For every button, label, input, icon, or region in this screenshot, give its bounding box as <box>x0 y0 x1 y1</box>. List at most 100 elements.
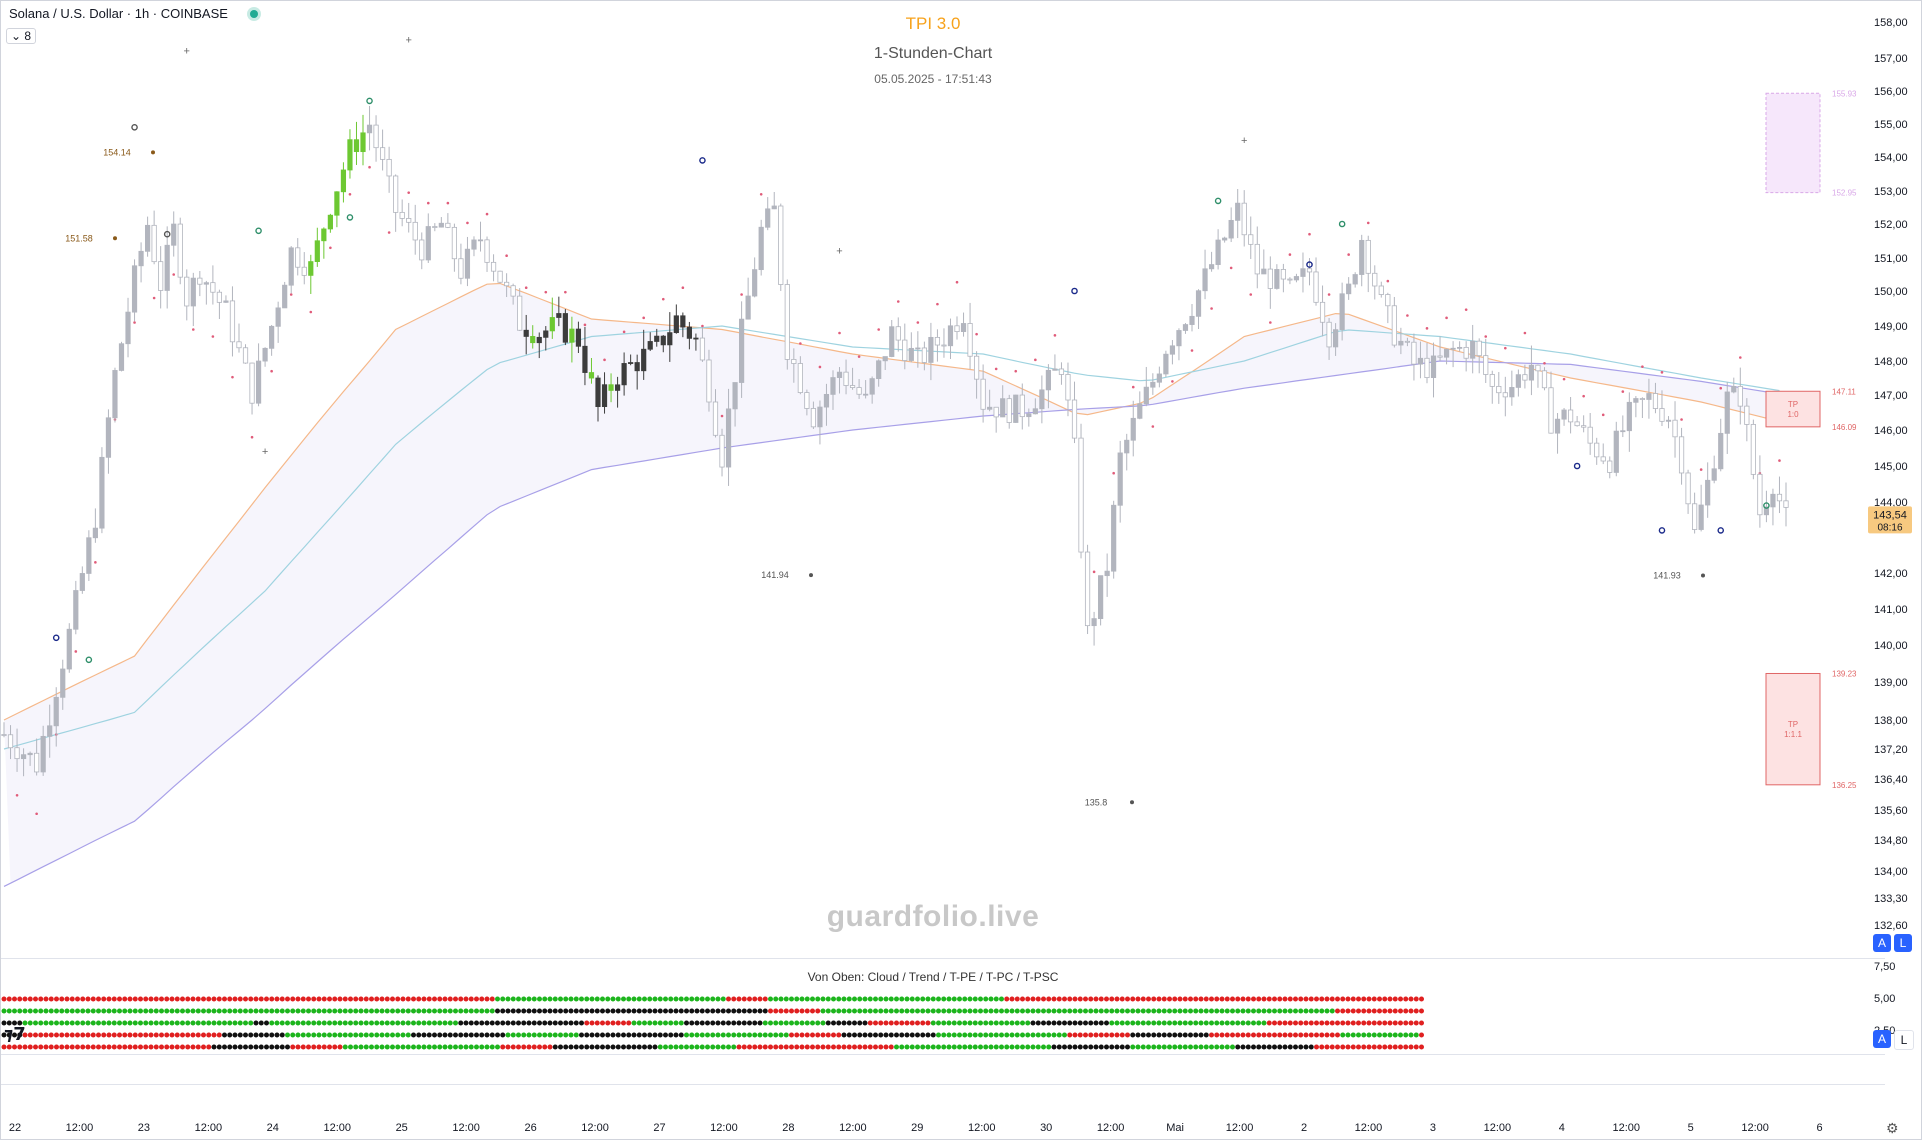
candle-body <box>1665 419 1672 422</box>
tpi-dot-t-pe <box>1167 1020 1172 1026</box>
level-dot <box>1130 800 1134 805</box>
tpi-dot-t-pe <box>836 1020 842 1026</box>
tpi-dot-t-psc <box>59 1044 65 1050</box>
panel-divider-lower[interactable] <box>1 1054 1885 1055</box>
tpi-dot-t-pc <box>978 1032 983 1038</box>
tpi-dot-t-psc <box>295 1044 301 1050</box>
tradingview-logo-icon[interactable]: ⁊7 <box>4 1024 26 1045</box>
tpi-dot-t-pe <box>505 1020 511 1026</box>
tpi-dot-t-pe <box>1072 1020 1078 1026</box>
tpi-dot-t-pc <box>1198 1032 1204 1038</box>
tpi-dot-t-pe <box>59 1020 65 1026</box>
candle-body <box>601 384 608 408</box>
tpi-dot-t-psc <box>1119 1044 1125 1050</box>
candle-body <box>1378 285 1384 295</box>
tpi-dot-trend <box>222 1008 227 1014</box>
tpi-dot-t-pc <box>253 1032 259 1038</box>
panel-divider[interactable] <box>1 958 1885 959</box>
tpi-dot-t-pe <box>1303 1020 1309 1026</box>
tpi-dot-cloud <box>1382 996 1388 1002</box>
tpi-dot-t-pe <box>1298 1020 1304 1026</box>
tpi-dot-t-pe <box>489 1020 495 1026</box>
tpi-dot-t-psc <box>878 1044 884 1050</box>
candle-body <box>1143 386 1149 405</box>
candle-body <box>1620 430 1626 433</box>
candle-body <box>464 248 471 279</box>
tpi-dot-t-pc <box>127 1032 133 1038</box>
tpi-dot-t-pc <box>1140 1032 1146 1038</box>
auto-scale-button[interactable]: A <box>1873 934 1891 952</box>
tpi-dot-cloud <box>216 996 222 1002</box>
tpi-dot-cloud <box>1314 996 1319 1002</box>
candle-body <box>739 318 745 383</box>
tpi-dot-t-pe <box>1382 1020 1388 1026</box>
tpi-dot-cloud <box>1392 996 1398 1002</box>
candle-body <box>1293 276 1300 281</box>
tpi-dot-t-psc <box>631 1044 637 1050</box>
trend-dot <box>1249 293 1253 296</box>
tpi-dot-cloud <box>547 996 553 1002</box>
price-chart[interactable]: 158,00157,00156,00155,00154,00153,00152,… <box>0 0 1922 1140</box>
candle-body <box>530 336 536 344</box>
tpi-dot-t-pe <box>1046 1020 1052 1026</box>
level-label: 141.93 <box>1653 571 1681 581</box>
tpi-dot-t-psc <box>75 1044 80 1050</box>
tpi-dot-trend <box>43 1008 49 1014</box>
tpi-dot-cloud <box>321 996 327 1002</box>
tpi-dot-t-pe <box>720 1020 726 1026</box>
x-tick-label: 12:00 <box>839 1122 867 1134</box>
tpi-dot-cloud <box>279 996 285 1002</box>
x-tick-label: 12:00 <box>1226 1122 1254 1134</box>
trend-dot <box>1210 307 1213 310</box>
candle-body <box>628 362 634 364</box>
tpi-dot-t-pe <box>1020 1020 1025 1026</box>
tpi-dot-t-psc <box>342 1044 348 1050</box>
tpi-dot-trend <box>143 1008 149 1014</box>
candle-body <box>1705 479 1711 506</box>
candle-body <box>967 323 973 357</box>
candle-body <box>758 226 764 271</box>
tpi-dot-trend <box>447 1008 453 1014</box>
tpi-dot-t-pc <box>804 1032 810 1038</box>
tpi-dot-cloud <box>416 996 422 1002</box>
tpi-dot-t-pc <box>967 1032 973 1038</box>
candle-body <box>869 378 875 395</box>
tpi-dot-trend <box>1324 1008 1330 1014</box>
tpi-dot-cloud <box>85 996 91 1002</box>
log-scale-button-indicator[interactable]: L <box>1894 1030 1914 1050</box>
tpi-dot-t-psc <box>841 1044 847 1050</box>
tpi-dot-trend <box>122 1008 128 1014</box>
tpi-dot-t-pe <box>1188 1020 1193 1026</box>
tpi-dot-trend <box>1041 1008 1046 1014</box>
tpi-dot-cloud <box>379 996 385 1002</box>
candle-body <box>1071 399 1078 439</box>
tpi-dot-t-pe <box>432 1020 437 1026</box>
tpi-dot-trend <box>453 1008 458 1014</box>
candle-body <box>1522 374 1528 381</box>
tpi-dot-cloud <box>521 996 527 1002</box>
tpi-dot-t-pc <box>526 1032 532 1038</box>
tpi-dot-t-psc <box>1 1044 7 1050</box>
tpi-dot-t-pc <box>285 1032 290 1038</box>
tpi-dot-trend <box>1093 1008 1099 1014</box>
tpi-dot-trend <box>999 1008 1004 1014</box>
tpi-dot-cloud <box>1345 996 1351 1002</box>
tpi-dot-t-pc <box>384 1032 390 1038</box>
tpi-dot-t-pe <box>983 1020 989 1026</box>
tpi-dot-t-pe <box>941 1020 947 1026</box>
tpi-dot-trend <box>64 1008 70 1014</box>
tpi-dot-t-pc <box>873 1032 878 1038</box>
tpi-dot-t-pc <box>311 1032 317 1038</box>
settings-gear-icon[interactable]: ⚙ <box>1886 1120 1899 1137</box>
indicator-y-tick: 7,50 <box>1874 961 1895 973</box>
auto-scale-button-indicator[interactable]: A <box>1873 1030 1891 1048</box>
candle-body <box>1463 346 1469 359</box>
tpi-dot-t-pe <box>531 1020 537 1026</box>
tpi-dot-t-pe <box>978 1020 983 1026</box>
tpi-dot-cloud <box>1067 996 1073 1002</box>
tpi-dot-cloud <box>1387 996 1393 1002</box>
log-scale-button[interactable]: L <box>1894 934 1912 952</box>
tpi-dot-t-psc <box>48 1044 54 1050</box>
y-tick-label: 133,30 <box>1874 893 1908 905</box>
tpi-dot-trend <box>489 1008 495 1014</box>
